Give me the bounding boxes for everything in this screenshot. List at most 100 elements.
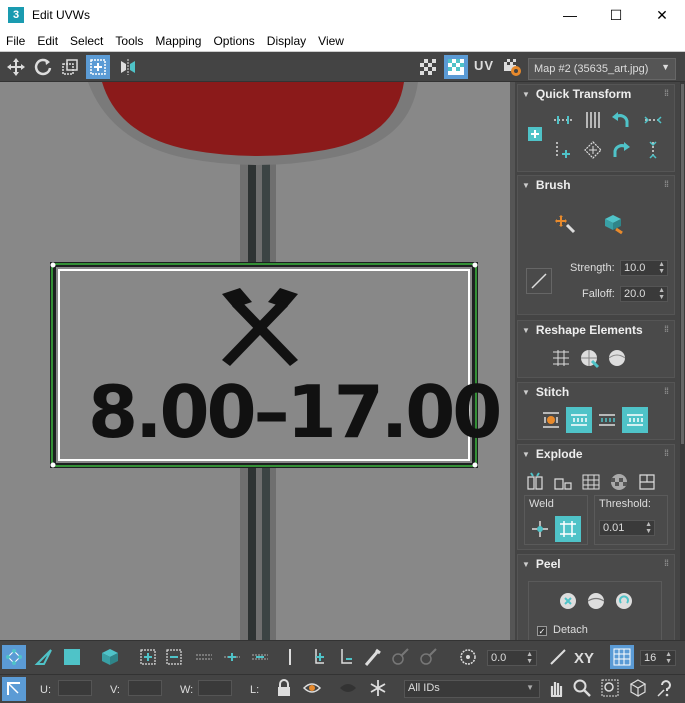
- select-inverted-icon[interactable]: [334, 645, 358, 669]
- set-pivot-icon[interactable]: [522, 121, 548, 147]
- align-horizontal-icon[interactable]: [550, 107, 576, 133]
- close-button[interactable]: ✕: [639, 0, 685, 30]
- rollout-header-reshape[interactable]: ▼ Reshape Elements ⁞⁞: [518, 321, 674, 339]
- freeform-icon[interactable]: [86, 55, 110, 79]
- strength-spinner[interactable]: 10.0 ▲ ▼: [620, 260, 668, 276]
- show-eye-icon[interactable]: [336, 676, 360, 700]
- shrink-selection-icon[interactable]: [162, 645, 186, 669]
- element-select-icon[interactable]: [98, 645, 122, 669]
- menu-file[interactable]: File: [0, 34, 31, 48]
- stitch-custom-icon[interactable]: [538, 407, 564, 433]
- relax-sphere-icon[interactable]: [604, 345, 630, 371]
- vertex-select-icon[interactable]: [2, 645, 26, 669]
- align-vertical-icon[interactable]: [580, 107, 606, 133]
- uv-viewport[interactable]: 8.00–17.00: [0, 82, 510, 640]
- panel-scrollbar[interactable]: [680, 82, 685, 640]
- relax-brush-icon[interactable]: [600, 210, 626, 236]
- checker-icon[interactable]: [416, 55, 440, 79]
- rollout-header-explode[interactable]: ▼ Explode ⁞⁞: [518, 445, 674, 463]
- break-by-material-icon[interactable]: [550, 469, 576, 495]
- falloff-spinner[interactable]: 20.0 ▲ ▼: [620, 286, 668, 302]
- grow-selection-icon[interactable]: [136, 645, 160, 669]
- rotate-icon[interactable]: [31, 55, 55, 79]
- absolute-mode-icon[interactable]: [2, 677, 26, 701]
- angle-field[interactable]: 0.0 ▲ ▼: [487, 650, 537, 666]
- rollout-header-stitch[interactable]: ▼ Stitch ⁞⁞: [518, 383, 674, 401]
- menu-mapping[interactable]: Mapping: [149, 34, 207, 48]
- spinner-arrows-icon[interactable]: ▲ ▼: [658, 287, 665, 301]
- line-select-icon[interactable]: [546, 645, 570, 669]
- detach-checkbox[interactable]: ✓: [537, 626, 547, 636]
- panel-scroll-thumb[interactable]: [681, 84, 684, 444]
- stitch-to-source-icon[interactable]: [566, 407, 592, 433]
- loop-select-icon[interactable]: [192, 645, 216, 669]
- paint-grow-icon[interactable]: [388, 645, 412, 669]
- paint-select-icon[interactable]: [360, 645, 384, 669]
- stitch-average-icon[interactable]: [594, 407, 620, 433]
- mirror-icon[interactable]: [116, 55, 140, 79]
- menu-view[interactable]: View: [312, 34, 350, 48]
- soft-select-icon[interactable]: [456, 645, 480, 669]
- zoom-icon[interactable]: [570, 676, 594, 700]
- hide-eye-icon[interactable]: [300, 676, 324, 700]
- paint-shrink-icon[interactable]: [416, 645, 440, 669]
- xy-label[interactable]: XY: [574, 650, 594, 667]
- peel-mode-icon[interactable]: [583, 588, 609, 614]
- menu-tools[interactable]: Tools: [109, 34, 149, 48]
- zoom-extents-icon[interactable]: [626, 676, 650, 700]
- menu-select[interactable]: Select: [64, 34, 109, 48]
- grid-value-field[interactable]: 16 ▲ ▼: [640, 650, 676, 666]
- break-icon[interactable]: [634, 469, 660, 495]
- rollout-header-quick-transform[interactable]: ▼ Quick Transform ⁞⁞: [518, 85, 674, 103]
- spinner-arrows-icon[interactable]: ▲ ▼: [665, 651, 672, 665]
- scale-icon[interactable]: [58, 55, 82, 79]
- break-by-polygroups-icon[interactable]: [578, 469, 604, 495]
- help-icon[interactable]: [654, 676, 678, 700]
- straighten-selection-icon[interactable]: [548, 345, 574, 371]
- spinner-arrows-icon[interactable]: ▲ ▼: [658, 261, 665, 275]
- ring-select-icon[interactable]: [220, 645, 244, 669]
- select-overlap-icon[interactable]: [306, 645, 330, 669]
- zoom-region-icon[interactable]: [598, 676, 622, 700]
- weld-selected-icon[interactable]: [527, 516, 553, 542]
- spinner-arrows-icon[interactable]: ▲ ▼: [526, 651, 533, 665]
- rotate-ccw-icon[interactable]: [608, 107, 634, 133]
- point-to-point-icon[interactable]: [278, 645, 302, 669]
- v-field[interactable]: [128, 680, 162, 696]
- edge-loop-icon[interactable]: [248, 645, 272, 669]
- reset-peel-icon[interactable]: [611, 588, 637, 614]
- map-select[interactable]: Map #2 (35635_art.jpg) ▼: [528, 58, 676, 80]
- minimize-button[interactable]: —: [547, 0, 593, 30]
- break-by-smoothing-icon[interactable]: [522, 469, 548, 495]
- u-field[interactable]: [58, 680, 92, 696]
- break-by-angle-icon[interactable]: [606, 469, 632, 495]
- paint-move-icon[interactable]: [552, 210, 578, 236]
- ids-select[interactable]: All IDs ▼: [404, 680, 540, 698]
- move-icon[interactable]: [4, 55, 28, 79]
- space-horizontal-icon[interactable]: [640, 107, 666, 133]
- rollout-header-peel[interactable]: ▼ Peel ⁞⁞: [518, 555, 674, 573]
- w-field[interactable]: [198, 680, 232, 696]
- edge-select-icon[interactable]: [32, 645, 56, 669]
- relax-icon[interactable]: [576, 345, 602, 371]
- rotate-cw-icon[interactable]: [608, 137, 634, 163]
- lock-icon[interactable]: [272, 676, 296, 700]
- uv-mode-label[interactable]: UV: [474, 58, 494, 73]
- menu-edit[interactable]: Edit: [31, 34, 64, 48]
- face-select-icon[interactable]: [60, 645, 84, 669]
- space-vertical-icon[interactable]: [640, 137, 666, 163]
- grid-snap-icon[interactable]: [610, 645, 634, 669]
- straighten-icon[interactable]: [580, 137, 606, 163]
- rollout-header-brush[interactable]: ▼ Brush ⁞⁞: [518, 176, 674, 194]
- show-map-icon[interactable]: [444, 55, 468, 79]
- align-to-edge-icon[interactable]: [550, 137, 576, 163]
- maximize-button[interactable]: ☐: [593, 0, 639, 30]
- menu-display[interactable]: Display: [261, 34, 312, 48]
- threshold-spinner[interactable]: 0.01 ▲ ▼: [599, 520, 655, 536]
- quick-peel-icon[interactable]: [555, 588, 581, 614]
- stitch-to-target-icon[interactable]: [622, 407, 648, 433]
- brush-stroke-icon[interactable]: [526, 268, 552, 294]
- freeze-icon[interactable]: [366, 676, 390, 700]
- weld-all-icon[interactable]: [555, 516, 581, 542]
- spinner-arrows-icon[interactable]: ▲ ▼: [645, 521, 652, 535]
